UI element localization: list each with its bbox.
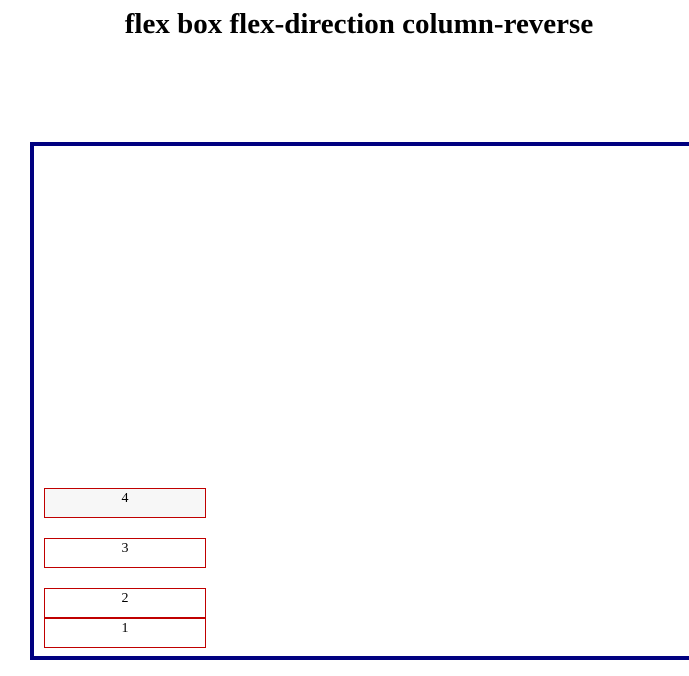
flex-item-2: 2 bbox=[44, 588, 206, 618]
page-title: flex box flex-direction column-reverse bbox=[124, 8, 594, 40]
flex-item-3: 3 bbox=[44, 538, 206, 568]
flex-item-1: 1 bbox=[44, 618, 206, 648]
flex-container: 1 2 3 4 bbox=[30, 142, 689, 660]
flex-item-4: 4 bbox=[44, 488, 206, 518]
